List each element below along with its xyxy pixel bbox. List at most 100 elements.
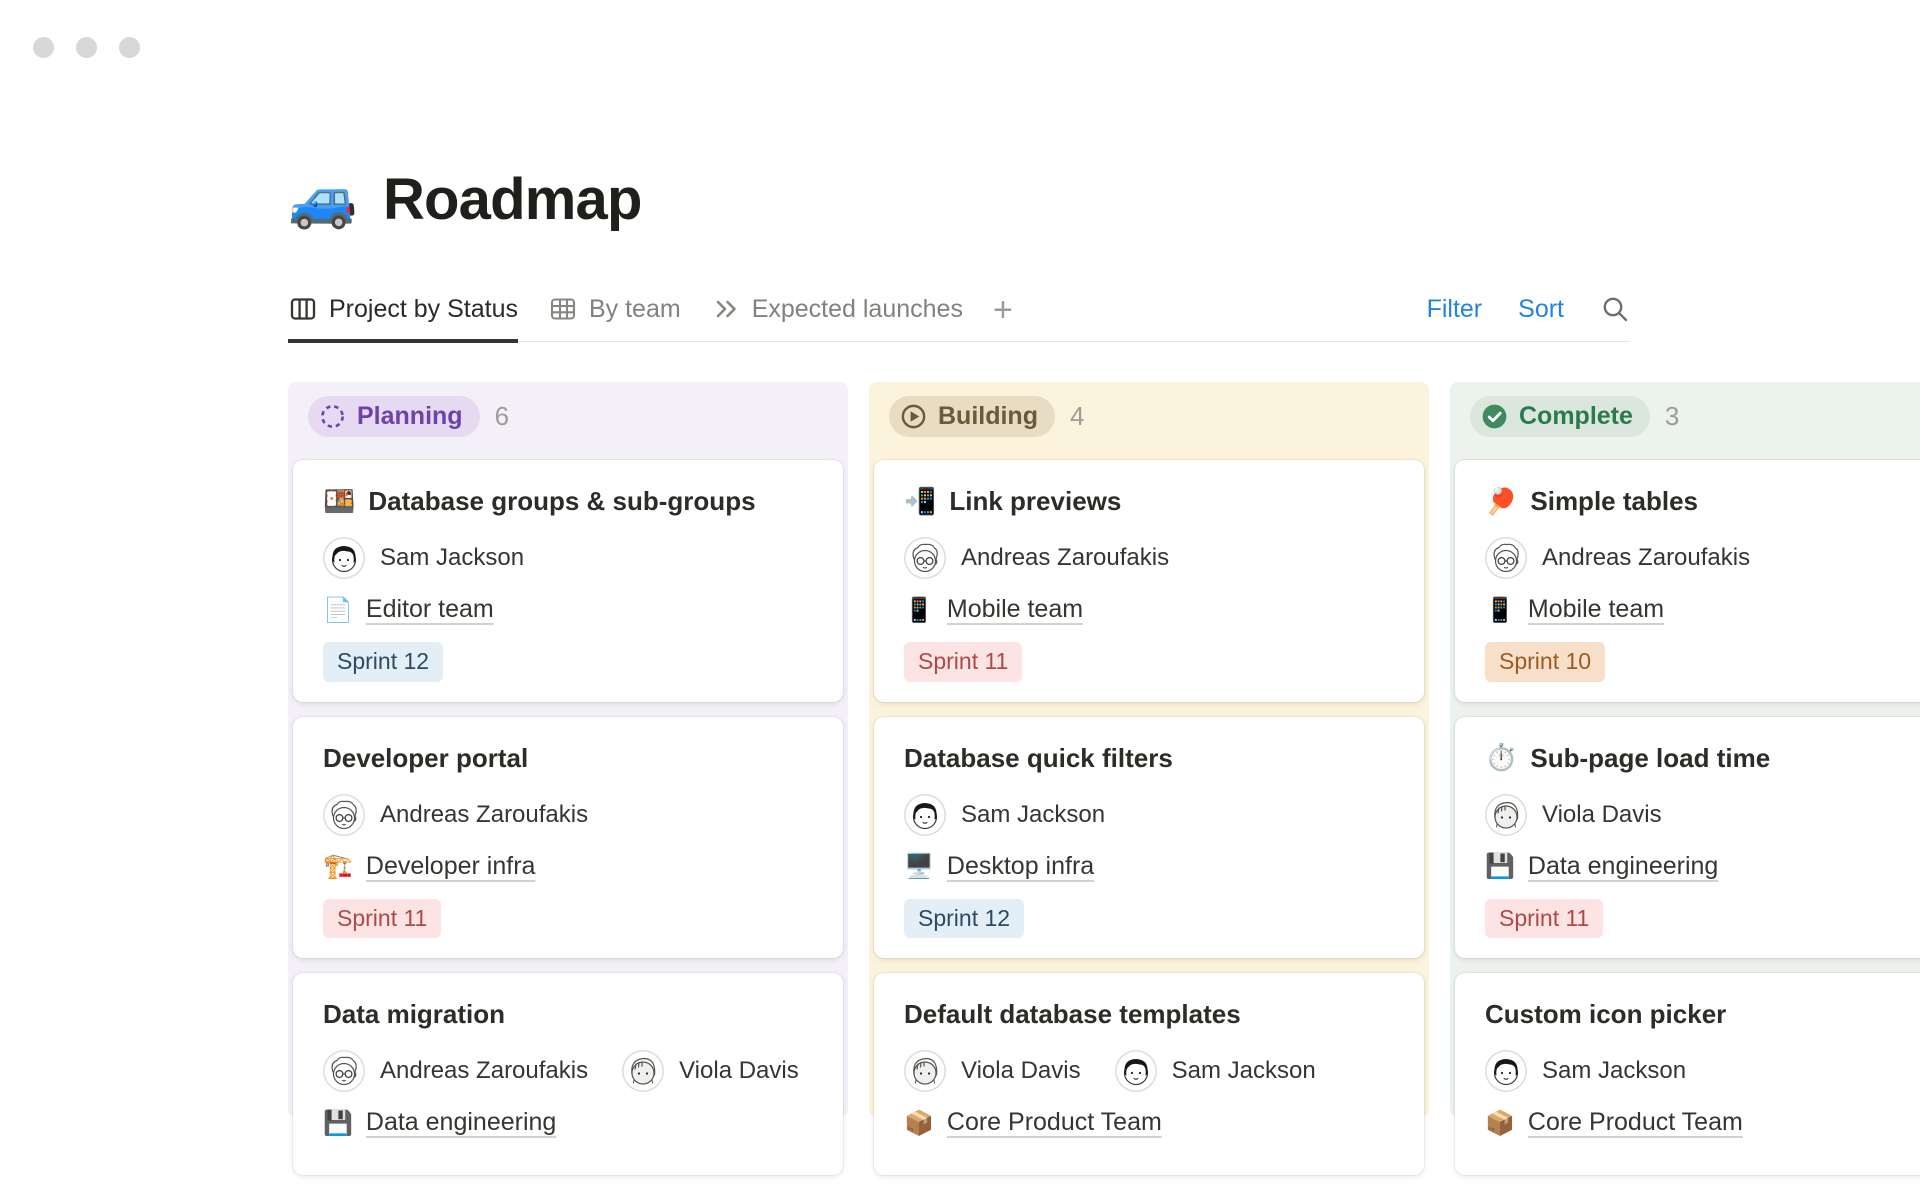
page-emoji-icon: 🚙: [288, 166, 357, 233]
person-row: Sam Jackson: [1485, 1050, 1920, 1092]
card-title: 📲 Link previews: [904, 486, 1394, 517]
person: Sam Jackson: [1115, 1050, 1316, 1092]
team-page-link[interactable]: Desktop infra: [947, 852, 1094, 881]
team-row: 📱 Mobile team: [904, 595, 1394, 624]
person-row: Viola Davis Sam Jackson: [904, 1050, 1394, 1092]
team-row: 📄 Editor team: [323, 595, 813, 624]
board-card[interactable]: Data migration Andreas Zaroufakis Viola …: [293, 973, 843, 1175]
view-tabbar: Project by Status By team Expected launc…: [288, 293, 1630, 342]
team-row: 📦 Core Product Team: [904, 1108, 1394, 1137]
status-pill-planning[interactable]: Planning: [308, 396, 480, 437]
view-tabs: Project by Status By team Expected launc…: [288, 294, 963, 341]
team-emoji-icon: 💾: [1485, 852, 1515, 880]
team-row: 🖥️ Desktop infra: [904, 852, 1394, 881]
column-header: Building 4: [889, 396, 1424, 437]
person: Sam Jackson: [323, 537, 524, 579]
column-count: 6: [495, 401, 509, 432]
person: Andreas Zaroufakis: [323, 794, 588, 836]
board-card[interactable]: Database quick filters Sam Jackson 🖥️ De…: [874, 717, 1424, 959]
sprint-tag: Sprint 12: [323, 642, 443, 682]
team-page-link[interactable]: Mobile team: [1528, 595, 1664, 624]
add-view-button[interactable]: +: [993, 293, 1013, 341]
card-title: ⏱️ Sub-page load time: [1485, 743, 1920, 774]
tab-project-by-status[interactable]: Project by Status: [288, 294, 518, 343]
board-card[interactable]: Developer portal Andreas Zaroufakis 🏗️ D…: [293, 717, 843, 959]
board-column-planning: Planning 6 🍱 Database groups & sub-group…: [288, 382, 848, 1117]
column-count: 4: [1070, 401, 1084, 432]
person-name: Viola Davis: [679, 1057, 799, 1085]
team-emoji-icon: 🏗️: [323, 852, 353, 880]
status-label: Building: [938, 402, 1038, 431]
team-page-link[interactable]: Core Product Team: [1528, 1108, 1743, 1137]
search-button[interactable]: [1600, 294, 1630, 324]
board-card[interactable]: Default database templates Viola Davis S…: [874, 973, 1424, 1175]
team-page-link[interactable]: Data engineering: [1528, 852, 1718, 881]
sort-button[interactable]: Sort: [1518, 295, 1564, 324]
card-title: 🏓 Simple tables: [1485, 486, 1920, 517]
status-planning-icon: [318, 402, 347, 431]
card-title: 🍱 Database groups & sub-groups: [323, 486, 813, 517]
board-card[interactable]: 🏓 Simple tables Andreas Zaroufakis 📱 Mob…: [1455, 460, 1920, 702]
person-row: Viola Davis: [1485, 794, 1920, 836]
team-row: 🏗️ Developer infra: [323, 852, 813, 881]
window-fullscreen-button[interactable]: [119, 37, 140, 58]
card-emoji-icon: 🏓: [1485, 487, 1517, 517]
board-card[interactable]: Custom icon picker Sam Jackson 📦 Core Pr…: [1455, 973, 1920, 1175]
tab-label: By team: [589, 295, 681, 324]
team-page-link[interactable]: Mobile team: [947, 595, 1083, 624]
person: Andreas Zaroufakis: [1485, 537, 1750, 579]
person-row: Andreas Zaroufakis: [904, 537, 1394, 579]
card-title: Developer portal: [323, 743, 813, 774]
card-title-text: Database groups & sub-groups: [368, 486, 755, 517]
person: Viola Davis: [904, 1050, 1081, 1092]
person: Sam Jackson: [904, 794, 1105, 836]
team-page-link[interactable]: Data engineering: [366, 1108, 556, 1137]
person-name: Andreas Zaroufakis: [961, 544, 1169, 572]
board-card[interactable]: ⏱️ Sub-page load time Viola Davis 💾 Data…: [1455, 717, 1920, 959]
team-page-link[interactable]: Developer infra: [366, 852, 536, 881]
card-title-text: Default database templates: [904, 999, 1241, 1030]
person-name: Sam Jackson: [380, 544, 524, 572]
team-page-link[interactable]: Editor team: [366, 595, 494, 624]
sprint-tag: Sprint 10: [1485, 642, 1605, 682]
card-title: Default database templates: [904, 999, 1394, 1030]
tab-by-team[interactable]: By team: [548, 294, 681, 341]
person-name: Viola Davis: [961, 1057, 1081, 1085]
filter-button[interactable]: Filter: [1427, 295, 1483, 324]
status-label: Planning: [357, 402, 463, 431]
double-chevron-icon: [711, 294, 741, 324]
table-icon: [548, 294, 578, 324]
team-emoji-icon: 📄: [323, 596, 353, 624]
card-title-text: Sub-page load time: [1530, 743, 1770, 774]
team-page-link[interactable]: Core Product Team: [947, 1108, 1162, 1137]
card-title-text: Database quick filters: [904, 743, 1173, 774]
person-name: Viola Davis: [1542, 801, 1662, 829]
kanban-board: Planning 6 🍱 Database groups & sub-group…: [288, 382, 1920, 1117]
status-pill-complete[interactable]: Complete: [1470, 396, 1650, 437]
avatar: [904, 537, 946, 579]
status-complete-icon: [1480, 402, 1509, 431]
card-emoji-icon: 📲: [904, 487, 936, 517]
tab-expected-launches[interactable]: Expected launches: [711, 294, 963, 341]
window-minimize-button[interactable]: [76, 37, 97, 58]
board-icon: [288, 294, 318, 324]
avatar: [904, 1050, 946, 1092]
window-controls: [33, 37, 140, 58]
board-card[interactable]: 🍱 Database groups & sub-groups Sam Jacks…: [293, 460, 843, 702]
person-name: Andreas Zaroufakis: [380, 801, 588, 829]
status-pill-building[interactable]: Building: [889, 396, 1055, 437]
status-building-icon: [899, 402, 928, 431]
team-row: 💾 Data engineering: [1485, 852, 1920, 881]
card-title: Custom icon picker: [1485, 999, 1920, 1030]
person-name: Andreas Zaroufakis: [1542, 544, 1750, 572]
board-column-building: Building 4 📲 Link previews Andreas Zarou…: [869, 382, 1429, 1117]
avatar: [323, 794, 365, 836]
team-emoji-icon: 📱: [1485, 596, 1515, 624]
person: Viola Davis: [622, 1050, 799, 1092]
board-card[interactable]: 📲 Link previews Andreas Zaroufakis 📱 Mob…: [874, 460, 1424, 702]
avatar: [1485, 794, 1527, 836]
window-close-button[interactable]: [33, 37, 54, 58]
avatar: [622, 1050, 664, 1092]
person: Andreas Zaroufakis: [904, 537, 1169, 579]
search-icon: [1600, 294, 1630, 324]
